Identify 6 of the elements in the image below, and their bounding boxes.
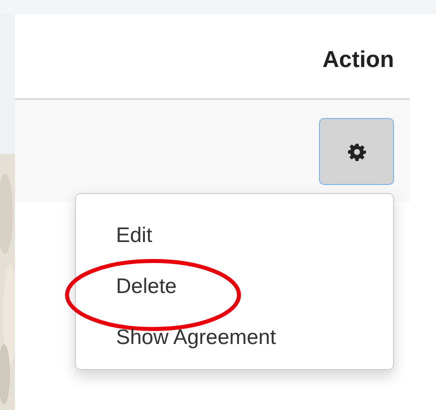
menu-item[interactable]: Delete bbox=[116, 270, 177, 302]
settings-button[interactable] bbox=[319, 118, 394, 185]
menu-item[interactable]: Edit bbox=[116, 220, 152, 252]
menu-item[interactable]: Show Agreement bbox=[116, 322, 276, 354]
settings-icon bbox=[348, 142, 366, 160]
column-header: Action bbox=[322, 44, 394, 74]
